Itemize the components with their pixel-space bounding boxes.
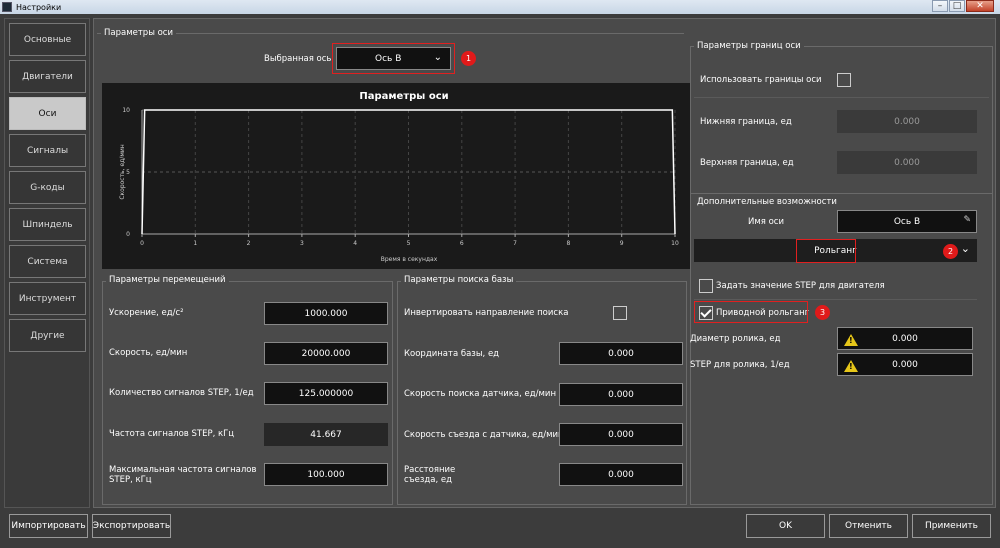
step-roller-field[interactable]: 0.000 bbox=[837, 353, 973, 376]
step-for-motor-label: Задать значение STEP для двигателя bbox=[716, 281, 885, 291]
axis-params-title: Параметры оси bbox=[101, 28, 177, 38]
sidebar: Основные Двигатели Оси Сигналы G-коды Шп… bbox=[4, 18, 90, 508]
sidebar-item-system[interactable]: Система bbox=[9, 245, 86, 278]
x-tick-label: 7 bbox=[513, 240, 517, 247]
window-titlebar: Настройки – □ ✕ bbox=[0, 0, 1000, 14]
separator bbox=[694, 97, 989, 98]
max-step-freq-field[interactable]: 100.000 bbox=[264, 463, 388, 486]
pencil-icon: ✎ bbox=[963, 215, 971, 225]
apply-button[interactable]: Применить bbox=[912, 514, 991, 538]
axis-chart-svg: Параметры оси 0 1 2 3 4 5 6 7 8 9 10 0 5 10 Время в сек… bbox=[119, 91, 679, 263]
highlight-mode bbox=[796, 239, 856, 263]
limits-title: Параметры границ оси bbox=[694, 41, 804, 51]
y-tick-label: 10 bbox=[122, 107, 130, 114]
step-count-label: Количество сигналов STEP, 1/ед bbox=[109, 388, 254, 398]
selected-axis-label: Выбранная ось bbox=[264, 54, 332, 64]
sensor-exit-speed-field[interactable]: 0.000 bbox=[559, 423, 683, 446]
y-tick-label: 0 bbox=[126, 231, 130, 238]
import-button[interactable]: Импортировать bbox=[9, 514, 88, 538]
home-coord-field[interactable]: 0.000 bbox=[559, 342, 683, 365]
max-step-freq-label: Максимальная частота сигналов STEP, кГц bbox=[109, 465, 257, 485]
invert-search-label: Инвертировать направление поиска bbox=[404, 308, 569, 318]
annotation-badge-2: 2 bbox=[943, 244, 958, 259]
x-tick-label: 3 bbox=[300, 240, 304, 247]
upper-limit-field[interactable]: 0.000 bbox=[837, 151, 977, 174]
roller-diameter-value: 0.000 bbox=[892, 333, 918, 344]
home-coord-label: Координата базы, ед bbox=[404, 349, 500, 359]
step-freq-label: Частота сигналов STEP, кГц bbox=[109, 429, 235, 439]
window-title: Настройки bbox=[16, 2, 62, 12]
acceleration-label: Ускорение, ед/с² bbox=[109, 308, 184, 318]
separator bbox=[690, 193, 993, 194]
axis-name-label: Имя оси bbox=[748, 217, 784, 227]
roller-diameter-field[interactable]: 0.000 bbox=[837, 327, 973, 350]
x-tick-label: 0 bbox=[140, 240, 144, 247]
main-panel: Параметры оси Выбранная ось Ось B ⌄ 1 Па… bbox=[93, 18, 996, 508]
highlight-roller bbox=[694, 301, 808, 323]
export-button[interactable]: Экспортировать bbox=[92, 514, 171, 538]
chart-title: Параметры оси bbox=[359, 91, 448, 102]
sensor-search-speed-label: Скорость поиска датчика, ед/мин bbox=[404, 389, 556, 399]
x-tick-label: 9 bbox=[620, 240, 624, 247]
sidebar-item-other[interactable]: Другие bbox=[9, 319, 86, 352]
x-tick-label: 5 bbox=[407, 240, 411, 247]
sidebar-item-axes[interactable]: Оси bbox=[9, 97, 86, 130]
exit-distance-field[interactable]: 0.000 bbox=[559, 463, 683, 486]
sidebar-item-tool[interactable]: Инструмент bbox=[9, 282, 86, 315]
cancel-button[interactable]: Отменить bbox=[829, 514, 908, 538]
sensor-search-speed-field[interactable]: 0.000 bbox=[559, 383, 683, 406]
roller-diameter-label: Диаметр ролика, ед bbox=[690, 334, 781, 344]
minimize-icon[interactable]: – bbox=[932, 0, 948, 12]
separator bbox=[694, 299, 977, 300]
step-count-field[interactable]: 125.000000 bbox=[264, 382, 388, 405]
maximize-icon[interactable]: □ bbox=[949, 0, 965, 12]
annotation-badge-3: 3 bbox=[815, 305, 830, 320]
axis-name-field[interactable]: Ось B ✎ bbox=[837, 210, 977, 233]
y-tick-label: 5 bbox=[126, 169, 130, 176]
speed-label: Скорость, ед/мин bbox=[109, 348, 188, 358]
acceleration-field[interactable]: 1000.000 bbox=[264, 302, 388, 325]
x-tick-label: 4 bbox=[353, 240, 357, 247]
warning-icon bbox=[844, 334, 858, 346]
step-roller-label: STEP для ролика, 1/ед bbox=[690, 360, 790, 370]
lower-limit-label: Нижняя граница, ед bbox=[700, 117, 792, 127]
use-limits-label: Использовать границы оси bbox=[700, 75, 822, 85]
warning-icon bbox=[844, 360, 858, 372]
step-for-motor-checkbox[interactable] bbox=[699, 279, 713, 293]
extra-title: Дополнительные возможности bbox=[694, 197, 840, 207]
sidebar-item-spindle[interactable]: Шпиндель bbox=[9, 208, 86, 241]
motion-params-title: Параметры перемещений bbox=[106, 275, 229, 285]
chevron-down-icon: ⌄ bbox=[960, 242, 970, 255]
ok-button[interactable]: OK bbox=[746, 514, 825, 538]
exit-distance-label: Расстояние съезда, ед bbox=[404, 465, 456, 485]
use-limits-checkbox[interactable] bbox=[837, 73, 851, 87]
sidebar-item-motors[interactable]: Двигатели bbox=[9, 60, 86, 93]
sidebar-item-main[interactable]: Основные bbox=[9, 23, 86, 56]
y-axis-label: Скорость, ед/мин bbox=[119, 144, 126, 199]
axis-chart: Параметры оси 0 1 2 3 4 5 6 7 8 9 10 0 5 10 Время в сек… bbox=[102, 83, 707, 269]
sidebar-item-signals[interactable]: Сигналы bbox=[9, 134, 86, 167]
sidebar-item-gcodes[interactable]: G-коды bbox=[9, 171, 86, 204]
x-tick-label: 6 bbox=[460, 240, 464, 247]
speed-field[interactable]: 20000.000 bbox=[264, 342, 388, 365]
close-icon[interactable]: ✕ bbox=[966, 0, 994, 12]
lower-limit-field[interactable]: 0.000 bbox=[837, 110, 977, 133]
homing-params-title: Параметры поиска базы bbox=[401, 275, 517, 285]
axis-name-value: Ось B bbox=[893, 216, 921, 227]
step-roller-value: 0.000 bbox=[892, 359, 918, 370]
x-tick-label: 8 bbox=[566, 240, 570, 247]
annotation-badge-1: 1 bbox=[461, 51, 476, 66]
highlight-axis-select bbox=[332, 43, 455, 74]
x-tick-label: 1 bbox=[193, 240, 197, 247]
x-tick-label: 10 bbox=[671, 240, 679, 247]
x-tick-label: 2 bbox=[247, 240, 251, 247]
upper-limit-label: Верхняя граница, ед bbox=[700, 158, 794, 168]
step-freq-value: 41.667 bbox=[264, 423, 388, 446]
app-icon bbox=[2, 2, 12, 12]
sensor-exit-speed-label: Скорость съезда с датчика, ед/мин bbox=[404, 430, 564, 440]
invert-search-checkbox[interactable] bbox=[613, 306, 627, 320]
x-axis-label: Время в секундах bbox=[381, 256, 438, 263]
